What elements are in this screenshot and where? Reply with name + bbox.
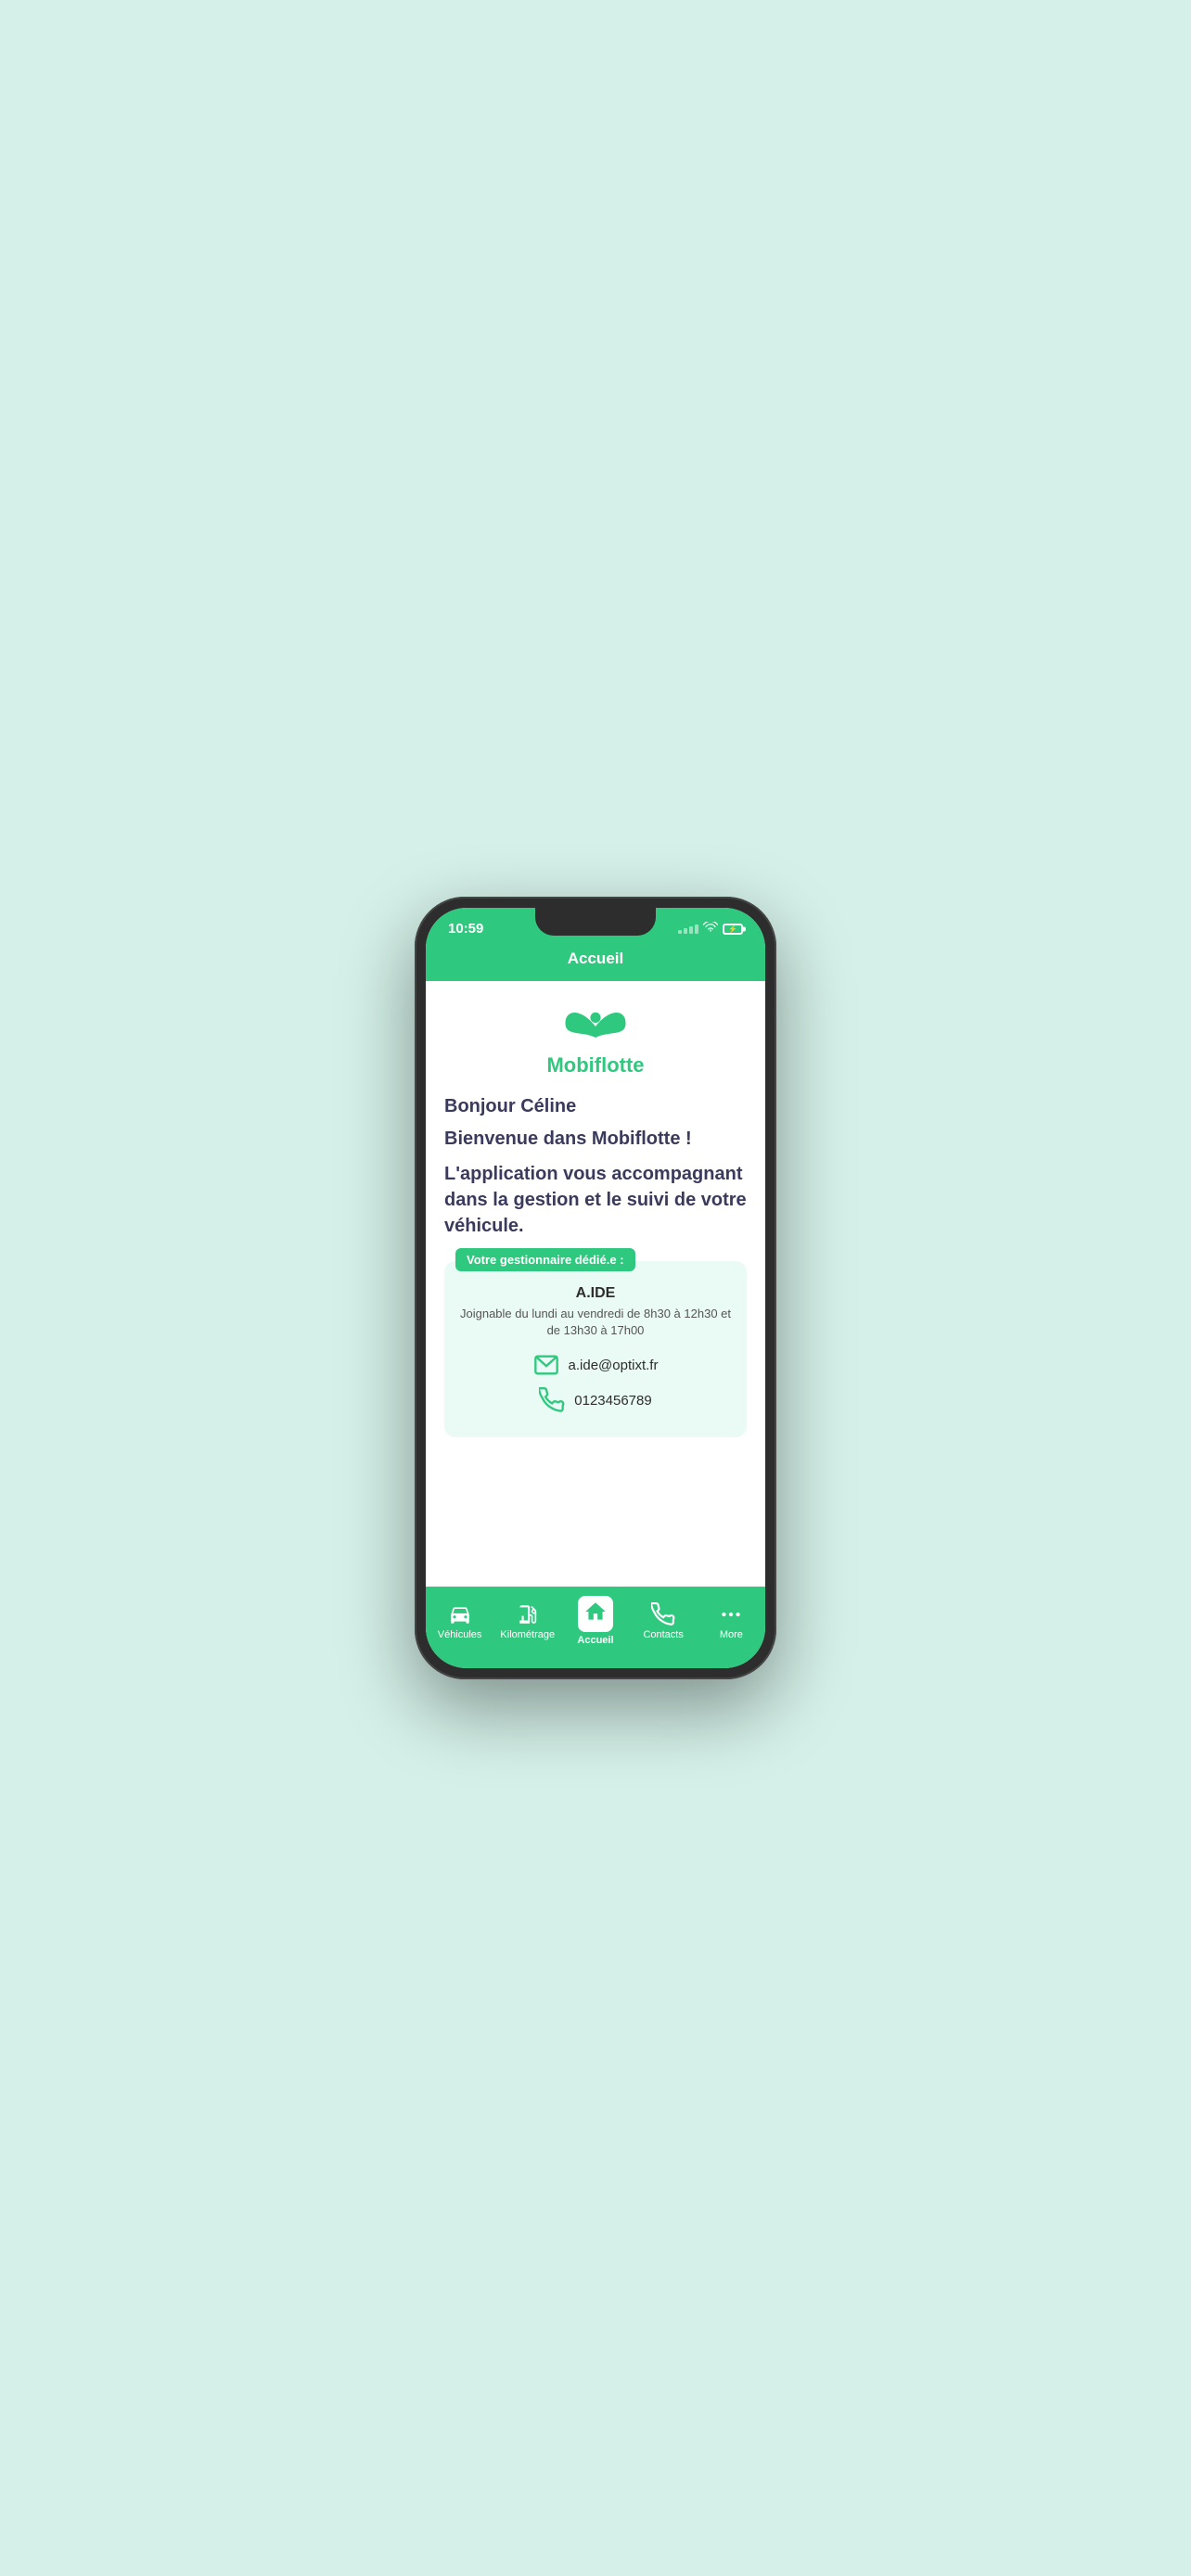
phone-icon (539, 1387, 565, 1413)
nav-header: Accueil (426, 942, 765, 981)
tab-accueil-label: Accueil (577, 1635, 613, 1646)
phone-frame: 10:59 ⚡ (415, 897, 776, 1679)
tab-vehicules[interactable]: Véhicules (432, 1602, 488, 1640)
notch (535, 908, 656, 936)
tab-kilometrage-label: Kilométrage (500, 1629, 555, 1640)
battery-icon: ⚡ (723, 924, 743, 935)
manager-label: Votre gestionnaire dédié.e : (455, 1248, 635, 1271)
logo-area: Mobiflotte (444, 1003, 747, 1078)
manager-hours: Joignable du lundi au vendredi de 8h30 à… (459, 1306, 732, 1339)
manager-name: A.IDE (459, 1285, 732, 1302)
welcome-text: Bienvenue dans Mobiflotte ! (444, 1129, 747, 1150)
more-icon (719, 1602, 743, 1626)
description-text: L'application vous accompagnant dans la … (444, 1161, 747, 1239)
phone-screen: 10:59 ⚡ (426, 908, 765, 1668)
tab-more[interactable]: More (703, 1602, 759, 1640)
app-name: Mobiflotte (546, 1053, 644, 1078)
home-icon-bg (578, 1596, 613, 1632)
signal-icon (678, 925, 698, 934)
phone-row[interactable]: 0123456789 (459, 1387, 732, 1413)
greeting-text: Bonjour Céline (444, 1096, 747, 1117)
mobiflotte-logo-icon (558, 1003, 633, 1050)
tab-kilometrage[interactable]: Kilométrage (500, 1602, 556, 1640)
contacts-icon (651, 1602, 675, 1626)
car-icon (448, 1602, 472, 1626)
status-icons: ⚡ (678, 922, 743, 936)
home-icon (583, 1600, 608, 1624)
manager-card: Votre gestionnaire dédié.e : A.IDE Joign… (444, 1261, 747, 1437)
email-icon (533, 1352, 559, 1378)
email-row[interactable]: a.ide@optixt.fr (459, 1352, 732, 1378)
tab-accueil[interactable]: Accueil (568, 1596, 623, 1646)
tab-vehicules-label: Véhicules (438, 1629, 482, 1640)
fuel-icon (516, 1602, 540, 1626)
page-title: Accueil (568, 950, 623, 967)
tab-more-label: More (720, 1629, 743, 1640)
tab-contacts-label: Contacts (643, 1629, 683, 1640)
wifi-icon (703, 922, 718, 936)
main-content: Mobiflotte Bonjour Céline Bienvenue dans… (426, 981, 765, 1587)
manager-content: A.IDE Joignable du lundi au vendredi de … (459, 1285, 732, 1413)
tab-bar: Véhicules Kilométrage Accueil (426, 1587, 765, 1668)
phone-number: 0123456789 (574, 1393, 651, 1409)
status-time: 10:59 (448, 921, 483, 937)
tab-contacts[interactable]: Contacts (635, 1602, 691, 1640)
email-address: a.ide@optixt.fr (569, 1358, 659, 1373)
